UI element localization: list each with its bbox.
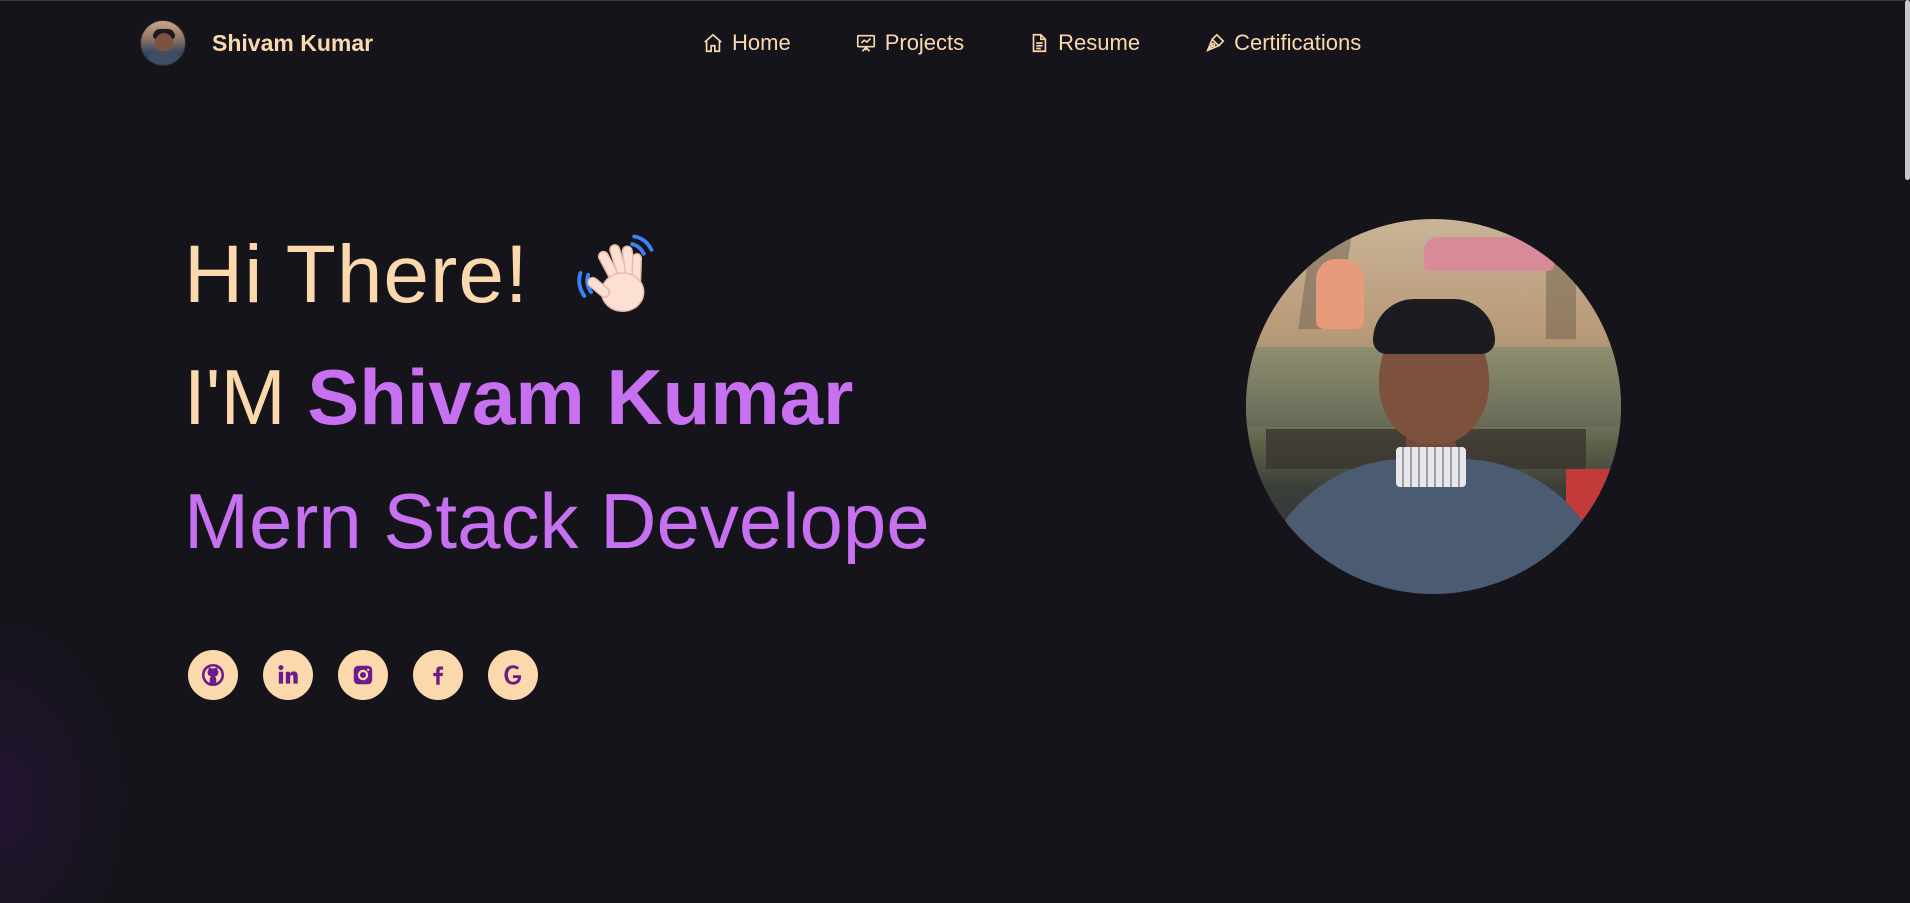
home-icon bbox=[704, 33, 722, 53]
nav-item-label: Resume bbox=[1058, 30, 1141, 55]
intro-prefix: I'M bbox=[184, 353, 286, 441]
brand[interactable]: Shivam Kumar bbox=[140, 20, 373, 66]
greeting-line: Hi There! bbox=[184, 220, 1004, 330]
page-scrollbar[interactable] bbox=[1904, 0, 1910, 903]
social-links bbox=[188, 650, 538, 700]
navbar: Shivam Kumar Home Projects Resume Certif… bbox=[0, 0, 1910, 86]
nav-item-certifications[interactable]: Certifications bbox=[1204, 30, 1361, 56]
nav-item-label: Certifications bbox=[1234, 30, 1362, 55]
greeting-heading: Hi There! bbox=[184, 229, 529, 320]
waving-hand-icon bbox=[576, 234, 654, 313]
intro-name: Shivam Kumar bbox=[307, 353, 854, 441]
github-icon bbox=[201, 663, 225, 687]
instagram-icon bbox=[353, 665, 373, 685]
google-icon bbox=[504, 665, 522, 685]
linkedin-icon bbox=[278, 665, 298, 684]
brand-name: Shivam Kumar bbox=[212, 29, 374, 56]
facebook-link[interactable] bbox=[413, 650, 463, 700]
google-link[interactable] bbox=[488, 650, 538, 700]
scrollbar-thumb[interactable] bbox=[1905, 0, 1910, 180]
github-link[interactable] bbox=[188, 650, 238, 700]
nav-links: Home Projects Resume Certifications bbox=[702, 26, 1361, 60]
presentation-icon bbox=[856, 34, 875, 52]
pen-nib-icon bbox=[1206, 33, 1225, 52]
role-typewriter: Mern Stack Develope bbox=[184, 477, 930, 565]
facebook-icon bbox=[433, 666, 444, 685]
nav-item-resume[interactable]: Resume bbox=[1028, 30, 1140, 56]
avatar bbox=[140, 20, 186, 66]
profile-photo bbox=[1246, 219, 1621, 594]
nav-item-projects[interactable]: Projects bbox=[855, 30, 964, 56]
intro-line: I'M Shivam Kumar bbox=[184, 352, 1004, 448]
nav-item-home[interactable]: Home bbox=[702, 30, 791, 56]
nav-item-label: Home bbox=[732, 30, 791, 55]
instagram-link[interactable] bbox=[338, 650, 388, 700]
hero-intro: Hi There! I'M Shivam Kumar Mern Stack De… bbox=[184, 220, 1004, 572]
nav-item-label: Projects bbox=[884, 30, 965, 55]
linkedin-link[interactable] bbox=[263, 650, 313, 700]
document-icon bbox=[1032, 33, 1047, 53]
